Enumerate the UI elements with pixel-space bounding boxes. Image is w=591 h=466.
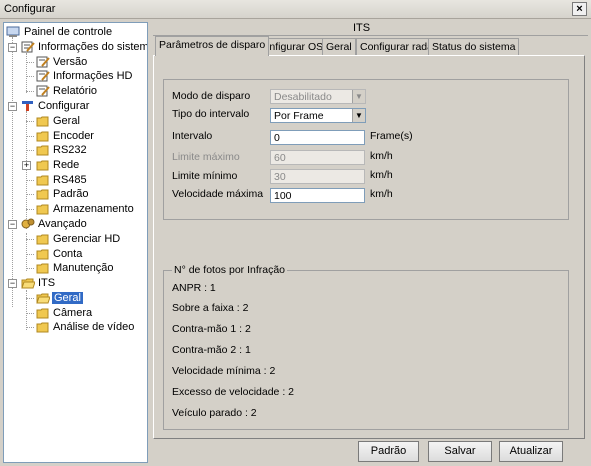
panel-title: ITS (353, 22, 371, 34)
folder-icon (36, 204, 49, 215)
title-bar: Configurar × (0, 0, 591, 19)
min-speed-count: Velocidade mínima : 2 (172, 365, 276, 377)
overspeed-count: Excesso de velocidade : 2 (172, 386, 294, 398)
notepad-icon (21, 41, 35, 53)
window-title: Configurar (4, 3, 56, 15)
tools-icon (22, 101, 33, 111)
expand-icon[interactable]: + (22, 161, 31, 170)
interval-type-select[interactable]: Por Frame ▼ (270, 108, 366, 123)
close-button[interactable]: × (572, 2, 587, 16)
trigger-mode-label: Modo de disparo (172, 90, 251, 102)
folder-icon (36, 234, 49, 245)
contra1-count: Contra-mão 1 : 2 (172, 323, 251, 335)
max-limit-input[interactable]: 60 (270, 150, 365, 165)
dropdown-arrow-icon: ▼ (352, 109, 365, 122)
folder-icon (36, 308, 49, 319)
max-limit-unit: km/h (370, 150, 393, 162)
lane-count: Sobre a faixa : 2 (172, 302, 249, 314)
dropdown-arrow-icon: ▼ (352, 90, 365, 103)
notepad-icon (36, 70, 50, 82)
folder-icon (36, 263, 49, 274)
interval-label: Intervalo (172, 130, 213, 142)
navigation-tree: Painel de controle − Informações do sist… (3, 22, 148, 463)
open-folder-icon (21, 278, 35, 289)
collapse-icon[interactable]: − (8, 102, 17, 111)
stopped-count: Veículo parado : 2 (172, 407, 257, 419)
collapse-icon[interactable]: − (8, 279, 17, 288)
collapse-icon[interactable]: − (8, 43, 17, 52)
interval-type-label: Tipo do intervalo (172, 108, 250, 120)
interval-unit: Frame(s) (370, 130, 413, 142)
min-limit-label: Limite mínimo (172, 170, 238, 182)
max-limit-label: Limite máximo (172, 151, 240, 163)
gears-icon (21, 218, 35, 229)
trigger-mode-select[interactable]: Desabilitado ▼ (270, 89, 366, 104)
tab-general[interactable]: Geral (322, 38, 356, 55)
notepad-icon (36, 85, 50, 97)
computer-icon (6, 26, 20, 37)
folder-icon (36, 116, 49, 127)
min-limit-input[interactable]: 30 (270, 169, 365, 184)
max-speed-unit: km/h (370, 188, 393, 200)
contra2-count: Contra-mão 2 : 1 (172, 344, 251, 356)
anpr-count: ANPR : 1 (172, 282, 216, 294)
min-limit-unit: km/h (370, 169, 393, 181)
folder-icon (36, 160, 49, 171)
photos-group-title: N° de fotos por Infração (172, 264, 288, 276)
refresh-button[interactable]: Atualizar (499, 441, 563, 462)
max-speed-input[interactable]: 100 (270, 188, 365, 203)
collapse-icon[interactable]: − (8, 220, 17, 229)
max-speed-label: Velocidade máxima (172, 188, 264, 200)
tab-trigger-params[interactable]: Parâmetros de disparo (155, 36, 270, 56)
interval-input[interactable]: 0 (270, 130, 365, 145)
notepad-icon (36, 56, 50, 68)
open-folder-icon (36, 293, 50, 304)
folder-icon (36, 249, 49, 260)
save-button[interactable]: Salvar (428, 441, 492, 462)
folder-icon (36, 322, 49, 333)
folder-icon (36, 145, 49, 156)
tab-system-status[interactable]: Status do sistema (428, 38, 520, 55)
folder-icon (36, 131, 49, 142)
panel-header: ITS (153, 20, 588, 36)
folder-icon (36, 175, 49, 186)
folder-icon (36, 189, 49, 200)
default-button[interactable]: Padrão (358, 441, 419, 462)
